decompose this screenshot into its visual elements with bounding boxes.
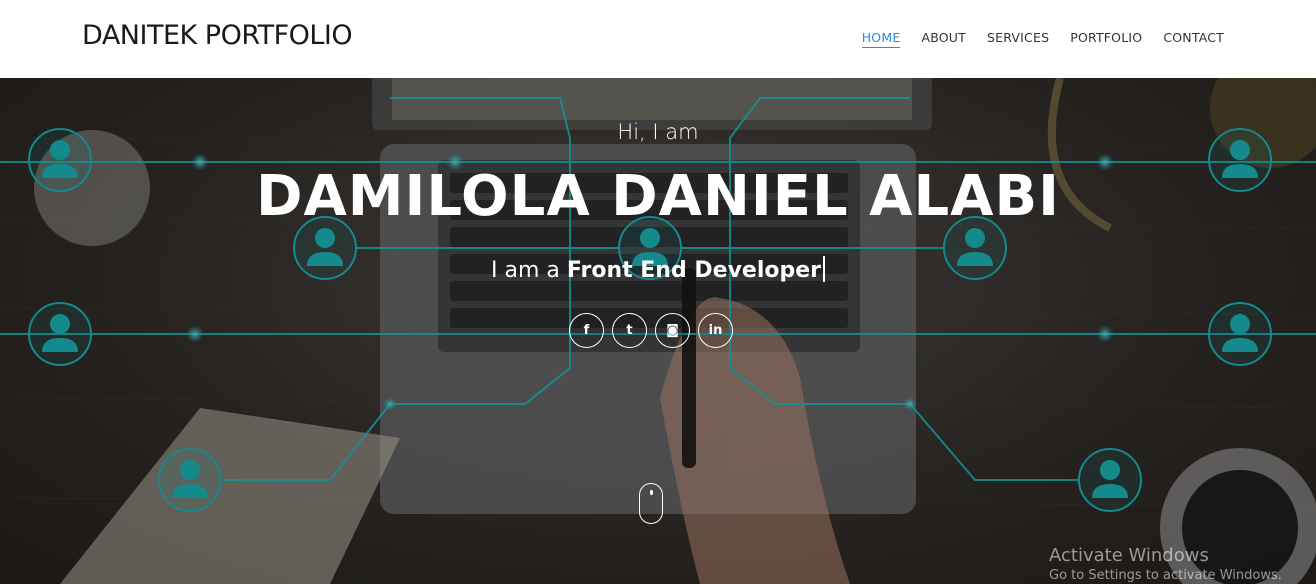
tagline-role: Front End Developer — [566, 258, 821, 283]
linkedin-icon[interactable]: in — [698, 313, 733, 348]
tagline-prefix: I am a — [490, 258, 560, 283]
hero-section: Hi, I am DAMILOLA DANIEL ALABI I am a Fr… — [0, 78, 1316, 584]
hero-greeting: Hi, I am — [617, 120, 699, 144]
navbar: DANITEK PORTFOLIO HOME ABOUT SERVICES PO… — [0, 0, 1316, 78]
hero-name: DAMILOLA DANIEL ALABI — [255, 164, 1061, 229]
instagram-icon[interactable]: ◙ — [655, 313, 690, 348]
nav-link-home[interactable]: HOME — [861, 30, 901, 48]
facebook-icon[interactable]: f — [569, 313, 604, 348]
nav-link-services[interactable]: SERVICES — [987, 30, 1049, 48]
typing-cursor — [823, 256, 825, 282]
nav-link-about[interactable]: ABOUT — [921, 30, 966, 48]
watermark-title: Activate Windows — [1049, 545, 1209, 566]
activate-windows-watermark: Activate Windows Go to Settings to activ… — [1049, 545, 1282, 583]
nav-link-contact[interactable]: CONTACT — [1163, 30, 1224, 48]
twitter-icon[interactable]: t — [612, 313, 647, 348]
social-links: f t ◙ in — [569, 313, 733, 348]
nav-link-portfolio[interactable]: PORTFOLIO — [1070, 30, 1142, 48]
mouse-wheel — [650, 490, 653, 495]
brand-logo[interactable]: DANITEK PORTFOLIO — [82, 20, 353, 51]
watermark-subtitle: Go to Settings to activate Windows. — [1049, 568, 1282, 583]
mouse-scroll-icon[interactable] — [639, 483, 663, 524]
nav-menu: HOME ABOUT SERVICES PORTFOLIO CONTACT — [861, 30, 1224, 48]
hero-tagline: I am a Front End Developer — [0, 256, 1316, 283]
